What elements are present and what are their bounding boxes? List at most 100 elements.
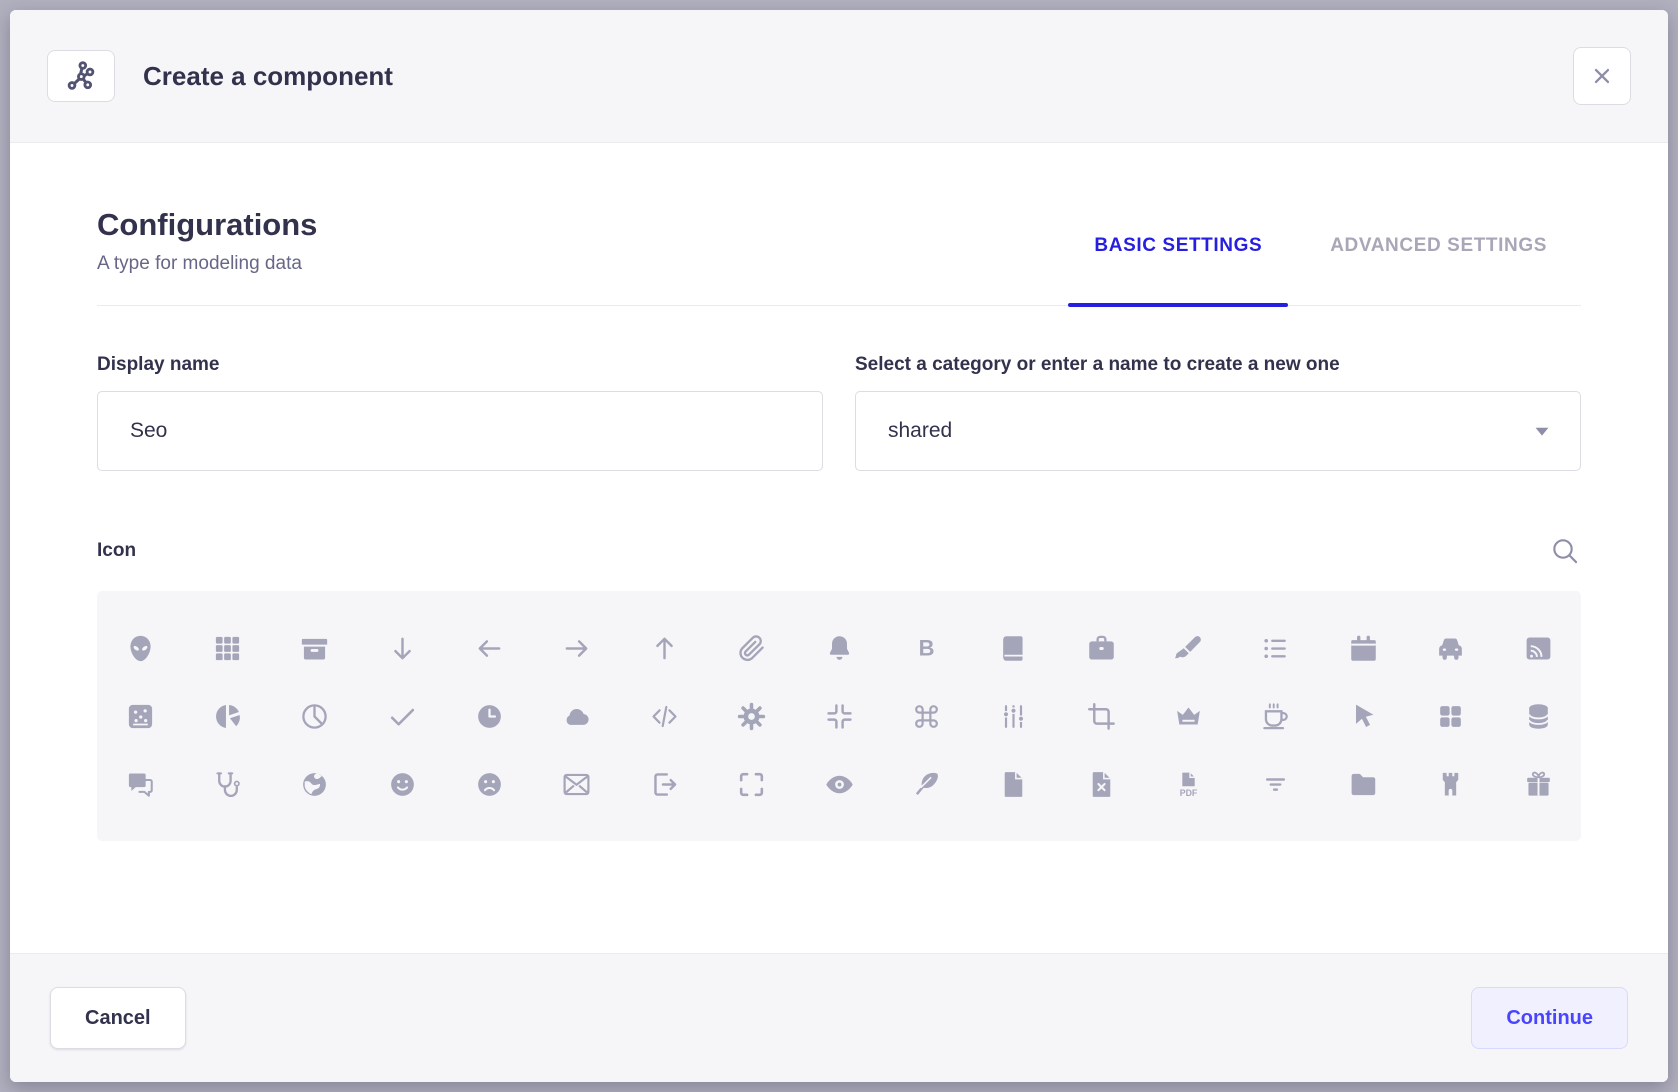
icon-option-earth[interactable]	[298, 767, 332, 801]
dashboard-icon	[1435, 701, 1466, 732]
icon-option-arrow-down[interactable]	[385, 631, 419, 665]
icon-option-chart-circle[interactable]	[210, 699, 244, 733]
tab-basic-settings[interactable]: BASIC SETTINGS	[1060, 235, 1296, 305]
icon-option-expand[interactable]	[735, 767, 769, 801]
icon-option-folder[interactable]	[1346, 767, 1380, 801]
icon-option-collapse[interactable]	[822, 699, 856, 733]
display-name-group: Display name	[97, 354, 823, 471]
modal-title: Create a component	[143, 61, 1573, 92]
icon-option-arrow-left[interactable]	[473, 631, 507, 665]
close-button[interactable]	[1573, 47, 1631, 105]
icon-option-attachment[interactable]	[735, 631, 769, 665]
icon-option-cast[interactable]	[1521, 631, 1555, 665]
eye-icon	[824, 769, 855, 800]
icon-option-file-pdf[interactable]: PDF	[1172, 767, 1206, 801]
icon-option-emotion-happy[interactable]	[385, 767, 419, 801]
svg-text:B: B	[918, 635, 934, 660]
category-label: Select a category or enter a name to cre…	[855, 354, 1581, 376]
briefcase-icon	[1086, 633, 1117, 664]
expand-icon	[736, 769, 767, 800]
arrow-up-icon	[649, 633, 680, 664]
bullet-list-icon	[1260, 633, 1291, 664]
icon-option-bell[interactable]	[822, 631, 856, 665]
icon-option-eye[interactable]	[822, 767, 856, 801]
svg-text:PDF: PDF	[1180, 788, 1198, 798]
bold-icon: B	[911, 633, 942, 664]
icon-option-clock[interactable]	[473, 699, 507, 733]
icon-option-feather[interactable]	[909, 767, 943, 801]
icon-option-cup[interactable]	[1259, 699, 1293, 733]
icon-option-archive[interactable]	[298, 631, 332, 665]
icon-option-file-error[interactable]	[1084, 767, 1118, 801]
icon-option-database[interactable]	[1521, 699, 1555, 733]
icon-option-calendar[interactable]	[1346, 631, 1380, 665]
file-icon	[998, 769, 1029, 800]
icon-option-check[interactable]	[385, 699, 419, 733]
icon-option-emotion-unhappy[interactable]	[473, 767, 507, 801]
cup-icon	[1260, 701, 1291, 732]
icon-option-code[interactable]	[647, 699, 681, 733]
icon-option-file[interactable]	[997, 767, 1031, 801]
section-header-row: Configurations A type for modeling data …	[97, 207, 1581, 306]
chart-pie-icon	[299, 701, 330, 732]
clock-icon	[474, 701, 505, 732]
category-group: Select a category or enter a name to cre…	[855, 354, 1581, 471]
crop-icon	[1086, 701, 1117, 732]
check-icon	[387, 701, 418, 732]
crown-icon	[1173, 701, 1204, 732]
icon-option-briefcase[interactable]	[1084, 631, 1118, 665]
icon-option-cog[interactable]	[735, 699, 769, 733]
cancel-button[interactable]: Cancel	[50, 987, 186, 1049]
arrow-right-icon	[561, 633, 592, 664]
database-icon	[1523, 701, 1554, 732]
icon-option-arrow-up[interactable]	[647, 631, 681, 665]
arrow-down-icon	[387, 633, 418, 664]
tab-advanced-settings[interactable]: ADVANCED SETTINGS	[1296, 235, 1581, 305]
icon-option-crop[interactable]	[1084, 699, 1118, 733]
alien-icon	[125, 633, 156, 664]
connector-icon	[998, 701, 1029, 732]
display-name-input[interactable]	[97, 391, 823, 471]
icon-option-apps[interactable]	[210, 631, 244, 665]
gift-icon	[1523, 769, 1554, 800]
command-icon	[911, 701, 942, 732]
create-component-modal: Create a component Configurations A type…	[10, 10, 1668, 1082]
icon-option-cloud[interactable]	[560, 699, 594, 733]
icon-option-alien[interactable]	[123, 631, 157, 665]
cloud-icon	[561, 701, 592, 732]
continue-button[interactable]: Continue	[1471, 987, 1628, 1049]
icon-option-crown[interactable]	[1172, 699, 1206, 733]
icon-option-dashboard[interactable]	[1434, 699, 1468, 733]
icon-label: Icon	[97, 540, 136, 562]
icon-option-filter[interactable]	[1259, 767, 1293, 801]
search-icon	[1549, 535, 1581, 567]
modal-header: Create a component	[10, 10, 1668, 143]
icon-option-brush[interactable]	[1172, 631, 1206, 665]
icon-option-car[interactable]	[1434, 631, 1468, 665]
icon-option-connector[interactable]	[997, 699, 1031, 733]
category-select[interactable]: shared	[855, 391, 1581, 471]
icon-grid-row: PDF	[123, 767, 1555, 801]
chart-circle-icon	[212, 701, 243, 732]
attachment-icon	[736, 633, 767, 664]
icon-option-bold[interactable]: B	[909, 631, 943, 665]
search-icon-button[interactable]	[1549, 535, 1581, 567]
brush-icon	[1173, 633, 1204, 664]
collapse-icon	[824, 701, 855, 732]
icon-option-doctor[interactable]	[210, 767, 244, 801]
icon-option-cursor[interactable]	[1346, 699, 1380, 733]
file-error-icon	[1086, 769, 1117, 800]
icon-option-book[interactable]	[997, 631, 1031, 665]
icon-option-arrow-right[interactable]	[560, 631, 594, 665]
icon-option-discuss[interactable]	[123, 767, 157, 801]
icon-option-exit[interactable]	[647, 767, 681, 801]
icon-grid-row	[123, 699, 1555, 733]
icon-option-bullet-list[interactable]	[1259, 631, 1293, 665]
icon-option-envelope[interactable]	[560, 767, 594, 801]
icon-option-chart-bubble[interactable]	[123, 699, 157, 733]
icon-option-command[interactable]	[909, 699, 943, 733]
doctor-icon	[212, 769, 243, 800]
icon-option-chart-pie[interactable]	[298, 699, 332, 733]
icon-option-gift[interactable]	[1521, 767, 1555, 801]
icon-option-gate[interactable]	[1434, 767, 1468, 801]
